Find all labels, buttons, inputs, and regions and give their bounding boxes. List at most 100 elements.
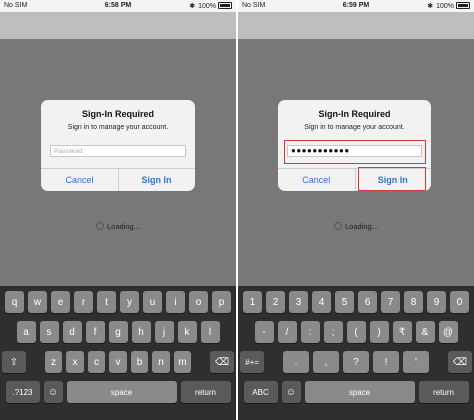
key[interactable]: 2: [266, 291, 285, 313]
keyboard-row: #+= . , ? ! ' ⌫: [238, 351, 474, 373]
keyboard-row: - / : ; ( ) ₹ & @: [238, 321, 474, 343]
return-key[interactable]: return: [418, 381, 469, 403]
bluetooth-icon: ✱: [427, 3, 434, 10]
numbers-mode-key[interactable]: .?123: [5, 381, 40, 403]
letters-mode-key[interactable]: ABC: [243, 381, 278, 403]
key[interactable]: x: [66, 351, 84, 373]
cancel-button[interactable]: Cancel: [278, 169, 355, 191]
shift-icon: ⇧: [9, 356, 19, 368]
key[interactable]: a: [16, 321, 36, 343]
key[interactable]: n: [152, 351, 170, 373]
delete-key[interactable]: ⌫: [210, 351, 235, 373]
dialog-title: Sign-In Required: [318, 109, 391, 119]
battery-icon: [218, 2, 232, 9]
key[interactable]: r: [74, 291, 93, 313]
status-bar: No SIM 6:59 PM ✱ 100%: [238, 0, 474, 12]
key[interactable]: b: [130, 351, 149, 373]
key[interactable]: j: [154, 321, 174, 343]
key[interactable]: 0: [450, 291, 469, 313]
spinner-icon: [96, 222, 105, 230]
key[interactable]: 8: [404, 291, 423, 313]
key[interactable]: f: [85, 321, 105, 343]
return-key[interactable]: return: [180, 381, 231, 403]
key[interactable]: d: [62, 321, 82, 343]
key[interactable]: t: [97, 291, 116, 313]
emoji-key[interactable]: ☺: [43, 381, 63, 403]
cancel-button[interactable]: Cancel: [41, 169, 118, 191]
password-highlight-box: [284, 140, 426, 164]
left-screen: No SIM 6:58 PM ✱ 100% Sign-In Required Si…: [0, 0, 236, 420]
nav-bar: [0, 12, 236, 39]
dialog-message: Sign in to manage your account.: [67, 124, 169, 131]
key[interactable]: ): [369, 321, 389, 343]
key[interactable]: s: [39, 321, 59, 343]
key[interactable]: u: [143, 291, 162, 313]
dialog-message: Sign in to manage your account.: [304, 124, 405, 131]
key[interactable]: 9: [427, 291, 446, 313]
key[interactable]: g: [108, 321, 128, 343]
key[interactable]: :: [300, 321, 320, 343]
key[interactable]: i: [166, 291, 185, 313]
backspace-icon: ⌫: [452, 356, 467, 368]
key[interactable]: z: [44, 351, 63, 373]
key[interactable]: o: [189, 291, 208, 313]
key[interactable]: !: [373, 351, 399, 373]
space-key[interactable]: space: [304, 381, 415, 403]
key[interactable]: -: [254, 321, 274, 343]
key[interactable]: k: [177, 321, 197, 343]
keyboard-row: ABC ☺ space return: [238, 381, 474, 403]
key[interactable]: 5: [335, 291, 354, 313]
keyboard-row: a s d f g h j k l: [0, 321, 236, 343]
key[interactable]: ,: [313, 351, 339, 373]
battery-status: ✱ 100%: [427, 2, 470, 10]
spinner-icon: [334, 222, 343, 230]
delete-key[interactable]: ⌫: [447, 351, 472, 373]
password-field[interactable]: Password: [50, 145, 186, 157]
keyboard-row: ⇧ z x c v b n m ⌫: [0, 351, 236, 373]
key[interactable]: l: [200, 321, 220, 343]
status-bar: No SIM 6:58 PM ✱ 100%: [0, 0, 236, 12]
key[interactable]: m: [173, 351, 192, 373]
sign-in-button[interactable]: Sign In: [118, 169, 195, 191]
loading-indicator: Loading...: [0, 222, 236, 231]
shift-key[interactable]: ⇧: [1, 351, 26, 373]
smiley-icon: ☺: [47, 386, 59, 398]
battery-icon: [456, 2, 470, 9]
battery-percent: 100%: [198, 3, 216, 10]
key[interactable]: .: [283, 351, 309, 373]
key[interactable]: 1: [243, 291, 262, 313]
sign-in-dialog: Sign-In Required Sign in to manage your …: [41, 100, 195, 191]
key[interactable]: ₹: [392, 321, 412, 343]
key[interactable]: v: [109, 351, 127, 373]
key[interactable]: p: [212, 291, 231, 313]
key[interactable]: y: [120, 291, 139, 313]
keyboard-row: q w e r t y u i o p: [0, 291, 236, 313]
key[interactable]: ': [403, 351, 429, 373]
keyboard: q w e r t y u i o p a s d f g h j k l ⇧ …: [0, 286, 236, 420]
space-key[interactable]: space: [66, 381, 177, 403]
right-screen: No SIM 6:59 PM ✱ 100% Sign-In Required Si…: [238, 0, 474, 420]
key[interactable]: w: [28, 291, 47, 313]
key[interactable]: ?: [343, 351, 369, 373]
emoji-key[interactable]: ☺: [281, 381, 301, 403]
keyboard-row: 1 2 3 4 5 6 7 8 9 0: [238, 291, 474, 313]
key[interactable]: 3: [289, 291, 308, 313]
key[interactable]: h: [131, 321, 151, 343]
key[interactable]: c: [87, 351, 106, 373]
nav-bar: [238, 12, 474, 39]
backspace-icon: ⌫: [214, 356, 230, 368]
key[interactable]: e: [51, 291, 70, 313]
loading-label: Loading...: [345, 222, 378, 231]
key[interactable]: (: [346, 321, 366, 343]
symbols-key[interactable]: #+=: [240, 351, 265, 373]
key[interactable]: /: [277, 321, 297, 343]
key[interactable]: 7: [381, 291, 400, 313]
key[interactable]: q: [5, 291, 24, 313]
key[interactable]: &: [415, 321, 435, 343]
battery-status: ✱ 100%: [189, 2, 232, 10]
key[interactable]: ;: [323, 321, 343, 343]
key[interactable]: @: [438, 321, 458, 343]
key[interactable]: 6: [358, 291, 377, 313]
bluetooth-icon: ✱: [189, 3, 196, 10]
key[interactable]: 4: [312, 291, 331, 313]
